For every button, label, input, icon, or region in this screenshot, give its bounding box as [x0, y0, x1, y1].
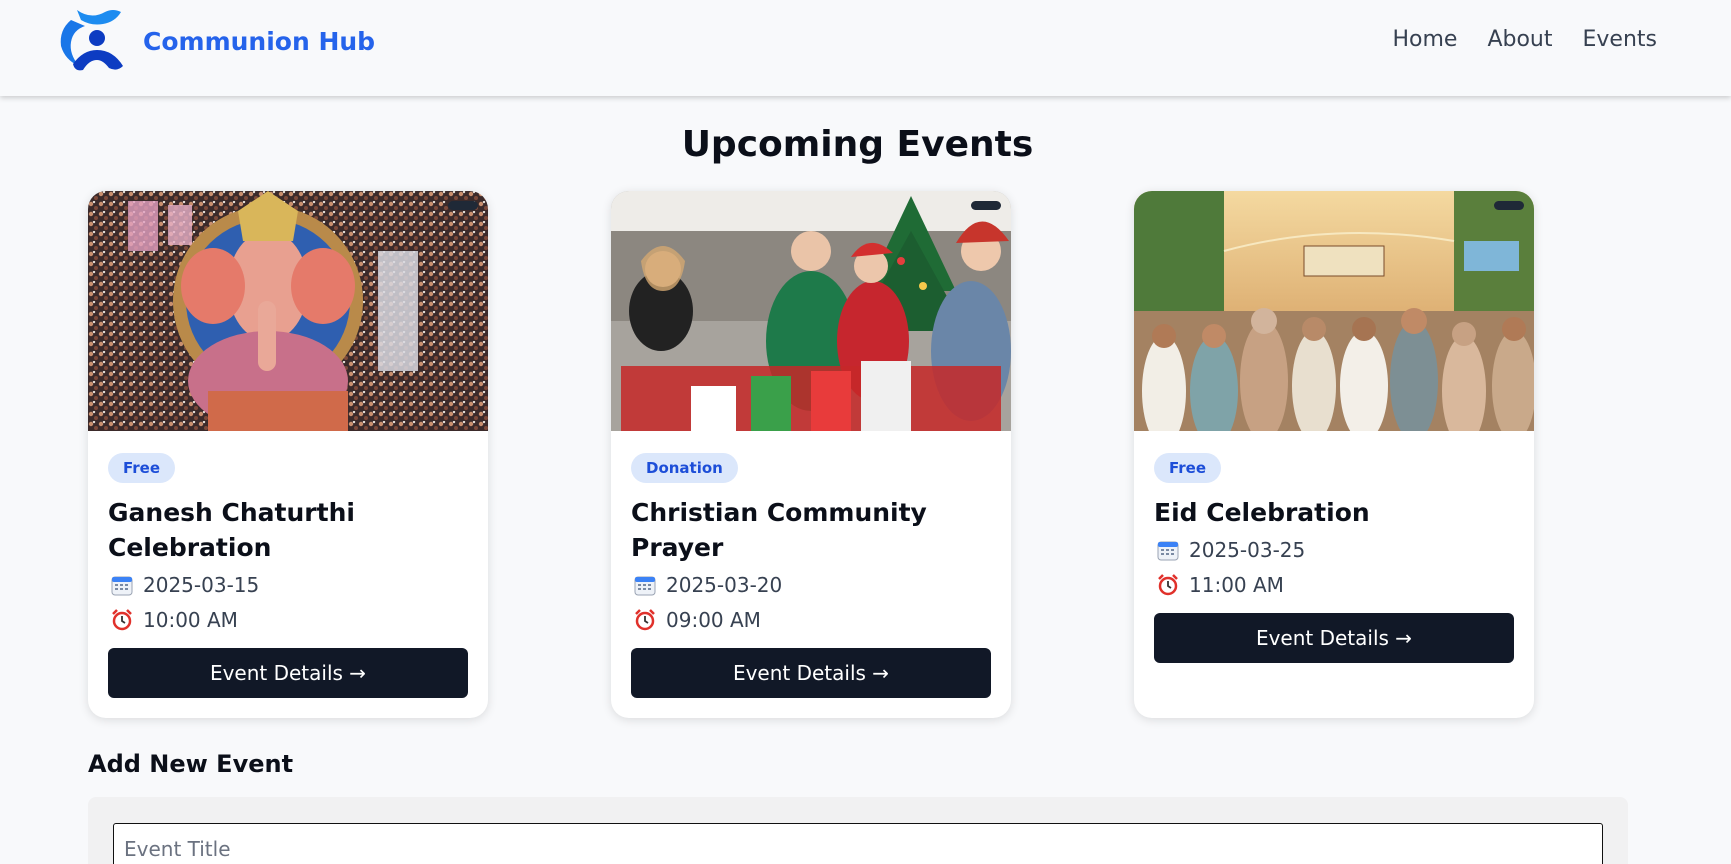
calendar-icon: [111, 576, 133, 596]
event-image-christian: [611, 191, 1011, 431]
event-date-text: 2025-03-20: [666, 573, 783, 597]
event-title-input[interactable]: [113, 823, 1603, 864]
event-details-button[interactable]: Event Details →: [631, 648, 991, 698]
event-time-text: 10:00 AM: [143, 608, 238, 632]
top-navbar: Communion Hub Home About Events: [0, 0, 1731, 96]
price-badge: Free: [108, 453, 176, 483]
event-title: Eid Celebration: [1154, 498, 1370, 527]
nav-about-link[interactable]: About: [1487, 27, 1552, 52]
event-card: Free Eid Celebration 2025-03-25 11:00 AM…: [1134, 191, 1534, 718]
event-time: 11:00 AM: [1154, 570, 1514, 600]
alarm-clock-icon: [1158, 574, 1178, 596]
event-details-button[interactable]: Event Details →: [108, 648, 468, 698]
calendar-icon: [634, 576, 656, 596]
brand-name: Communion Hub: [143, 26, 376, 56]
alarm-clock-icon: [635, 609, 655, 631]
alarm-clock-icon: [112, 609, 132, 631]
event-time-text: 11:00 AM: [1189, 573, 1284, 597]
image-overlay-pill: [971, 201, 1001, 210]
event-card: Free Ganesh Chaturthi Celebration 2025-0…: [88, 191, 488, 718]
event-date: 2025-03-15: [108, 570, 468, 600]
event-time-text: 09:00 AM: [666, 608, 761, 632]
nav-home-link[interactable]: Home: [1392, 27, 1457, 52]
event-date-text: 2025-03-15: [143, 573, 260, 597]
image-overlay-pill: [1494, 201, 1524, 210]
price-badge: Donation: [631, 453, 738, 483]
price-badge: Free: [1154, 453, 1222, 483]
nav-events-link[interactable]: Events: [1583, 27, 1658, 52]
event-time: 10:00 AM: [108, 605, 468, 635]
event-date-text: 2025-03-25: [1189, 538, 1306, 562]
event-image-ganesh: [88, 191, 488, 431]
communion-hub-logo: [60, 10, 123, 71]
event-date: 2025-03-25: [1154, 535, 1514, 565]
main-nav: Home About Events: [1392, 27, 1657, 52]
event-time: 09:00 AM: [631, 605, 991, 635]
page-title: Upcoming Events: [681, 124, 1034, 165]
event-image-eid: [1134, 191, 1534, 431]
event-title: Ganesh Chaturthi Celebration: [108, 498, 355, 562]
brand[interactable]: Communion Hub: [57, 6, 375, 76]
event-details-button[interactable]: Event Details →: [1154, 613, 1514, 663]
event-date: 2025-03-20: [631, 570, 991, 600]
image-overlay-pill: [448, 201, 478, 210]
event-card: Donation Christian Community Prayer 2025…: [611, 191, 1011, 718]
add-event-heading: Add New Event: [88, 750, 294, 778]
add-event-form: [88, 797, 1628, 864]
calendar-icon: [1157, 541, 1179, 561]
event-title: Christian Community Prayer: [631, 498, 927, 562]
